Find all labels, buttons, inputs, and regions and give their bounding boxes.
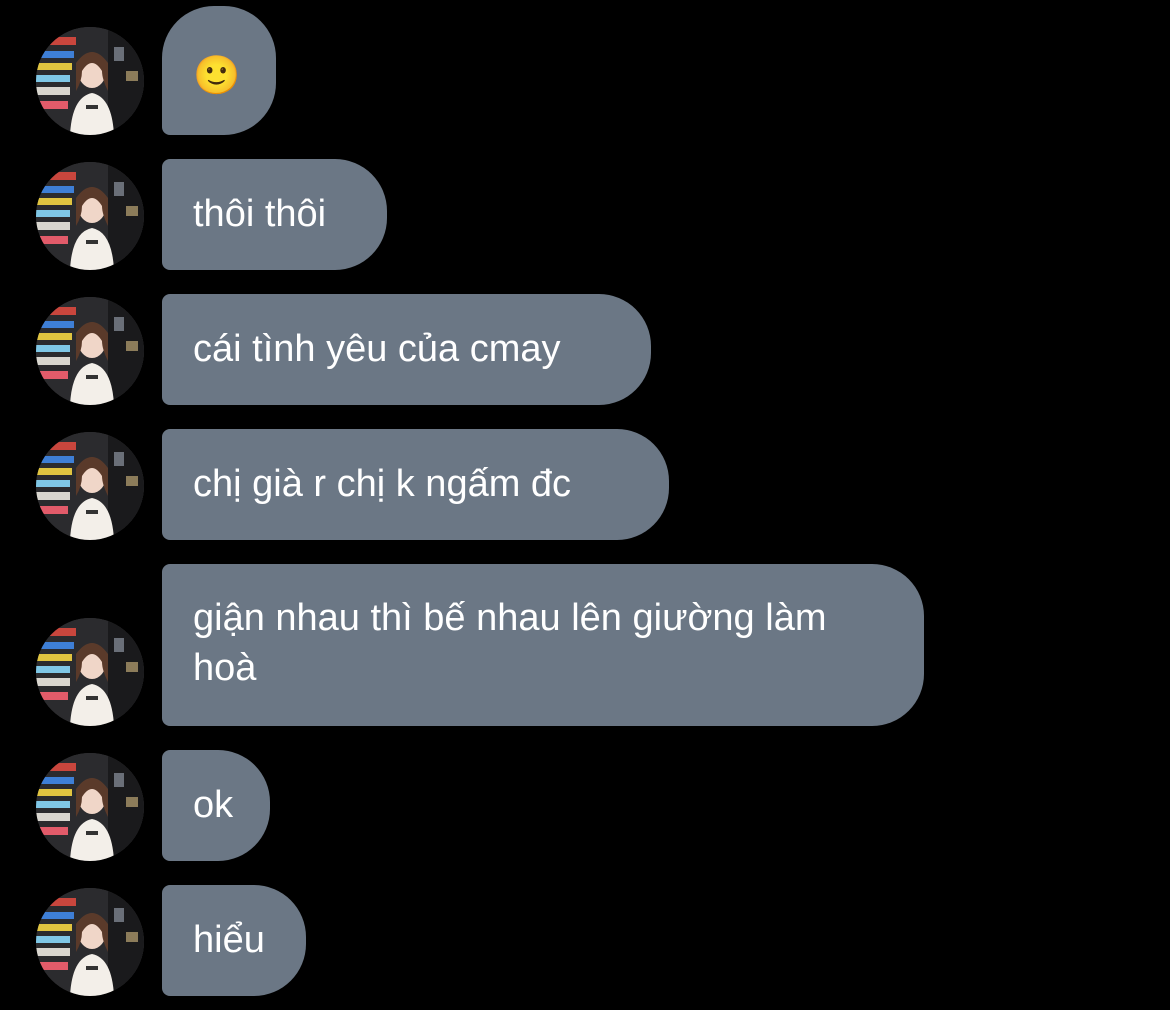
- sender-avatar[interactable]: [36, 753, 144, 861]
- message-row: ok: [0, 750, 1170, 861]
- sender-avatar[interactable]: [36, 297, 144, 405]
- avatar-photo-icon: [36, 432, 144, 540]
- message-row: cái tình yêu của cmay: [0, 294, 1170, 405]
- message-text: thôi thôi: [193, 193, 327, 235]
- sender-avatar[interactable]: [36, 618, 144, 726]
- sender-avatar[interactable]: [36, 432, 144, 540]
- avatar-photo-icon: [36, 162, 144, 270]
- message-row: 🙂: [0, 6, 1170, 135]
- sender-avatar[interactable]: [36, 27, 144, 135]
- avatar-photo-icon: [36, 753, 144, 861]
- avatar-photo-icon: [36, 27, 144, 135]
- message-text: ok: [193, 784, 234, 826]
- message-row: giận nhau thì bế nhau lên giường làm hoà: [0, 564, 1170, 726]
- message-text: cái tình yêu của cmay: [193, 328, 561, 370]
- message-text: giận nhau thì bế nhau lên giường làm hoà: [193, 597, 827, 689]
- message-bubble[interactable]: hiểu: [162, 885, 306, 996]
- message-bubble[interactable]: cái tình yêu của cmay: [162, 294, 651, 405]
- message-bubble[interactable]: 🙂: [162, 6, 276, 135]
- message-row: thôi thôi: [0, 159, 1170, 270]
- avatar-photo-icon: [36, 297, 144, 405]
- message-text: chị già r chị k ngấm đc: [193, 463, 572, 505]
- avatar-photo-icon: [36, 888, 144, 996]
- message-bubble[interactable]: chị già r chị k ngấm đc: [162, 429, 669, 540]
- sender-avatar[interactable]: [36, 888, 144, 996]
- slightly-smiling-face-icon: 🙂: [193, 55, 241, 97]
- message-bubble[interactable]: thôi thôi: [162, 159, 387, 270]
- avatar-photo-icon: [36, 618, 144, 726]
- message-thread: 🙂 thôi thôi cái tình yêu của cmay chị gi…: [0, 0, 1170, 1010]
- message-text: hiểu: [193, 919, 265, 961]
- message-bubble[interactable]: giận nhau thì bế nhau lên giường làm hoà: [162, 564, 924, 726]
- sender-avatar[interactable]: [36, 162, 144, 270]
- message-row: chị già r chị k ngấm đc: [0, 429, 1170, 540]
- message-bubble[interactable]: ok: [162, 750, 270, 861]
- message-row: hiểu: [0, 885, 1170, 996]
